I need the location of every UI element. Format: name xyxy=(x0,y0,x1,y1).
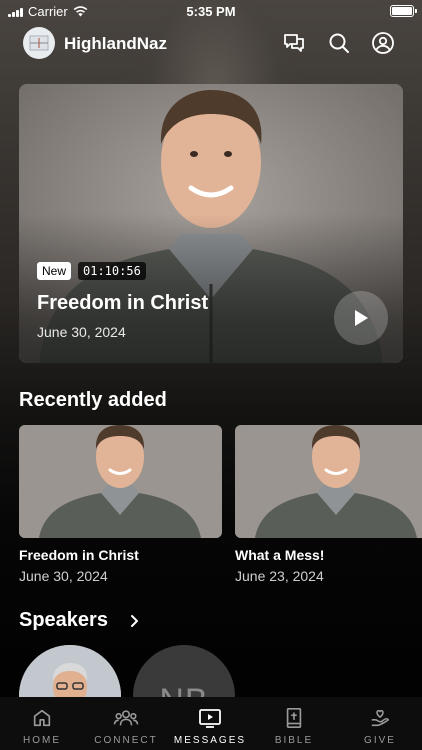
speakers-title[interactable]: Speakers xyxy=(19,609,108,632)
play-button[interactable] xyxy=(334,291,388,345)
recently-added-title: Recently added xyxy=(19,389,167,411)
tab-label: GIVE xyxy=(364,735,396,746)
logo-icon xyxy=(29,35,49,51)
message-date: June 30, 2024 xyxy=(19,568,108,584)
tab-connect[interactable]: CONNECT xyxy=(84,707,168,746)
message-card[interactable]: Freedom in Christ June 30, 2024 xyxy=(19,425,222,584)
tv-play-icon xyxy=(199,709,221,728)
battery-icon xyxy=(390,5,417,17)
status-bar: Carrier 5:35 PM xyxy=(0,0,422,22)
new-badge: New xyxy=(37,262,72,280)
message-title: Freedom in Christ xyxy=(19,547,139,563)
duration-badge: 01:10:56 xyxy=(78,262,146,280)
featured-message-card[interactable]: New 01:10:56 Freedom in Christ June 30, … xyxy=(19,84,403,363)
people-icon xyxy=(113,710,139,726)
chevron-right-icon[interactable] xyxy=(128,614,140,628)
church-logo[interactable] xyxy=(23,27,55,59)
bible-icon xyxy=(286,708,302,728)
message-card[interactable]: What a Mess! June 23, 2024 xyxy=(235,425,422,584)
message-title: What a Mess! xyxy=(235,547,325,563)
tab-give[interactable]: GIVE xyxy=(338,707,422,746)
give-icon xyxy=(371,709,390,727)
tab-label: CONNECT xyxy=(94,735,158,746)
clock: 5:35 PM xyxy=(186,4,236,19)
message-thumbnail xyxy=(235,425,422,538)
tab-home[interactable]: HOME xyxy=(0,707,84,746)
hero-title: Freedom in Christ xyxy=(37,292,209,314)
tab-messages[interactable]: MESSAGES xyxy=(168,707,252,746)
tab-bar: HOME CONNECT MESSAGES BIBLE GIVE xyxy=(0,697,422,750)
hero-date: June 30, 2024 xyxy=(37,324,126,340)
message-thumbnail xyxy=(19,425,222,538)
chat-icon[interactable] xyxy=(282,31,306,55)
tab-label: MESSAGES xyxy=(173,735,247,746)
tab-label: BIBLE xyxy=(274,735,314,746)
app-header: HighlandNaz xyxy=(0,26,422,62)
search-icon[interactable] xyxy=(327,31,351,55)
tab-bible[interactable]: BIBLE xyxy=(252,707,336,746)
home-icon xyxy=(33,709,51,727)
app-name: HighlandNaz xyxy=(64,34,167,53)
profile-icon[interactable] xyxy=(371,31,395,55)
message-date: June 23, 2024 xyxy=(235,568,324,584)
tab-label: HOME xyxy=(23,735,61,746)
play-icon xyxy=(355,310,368,326)
